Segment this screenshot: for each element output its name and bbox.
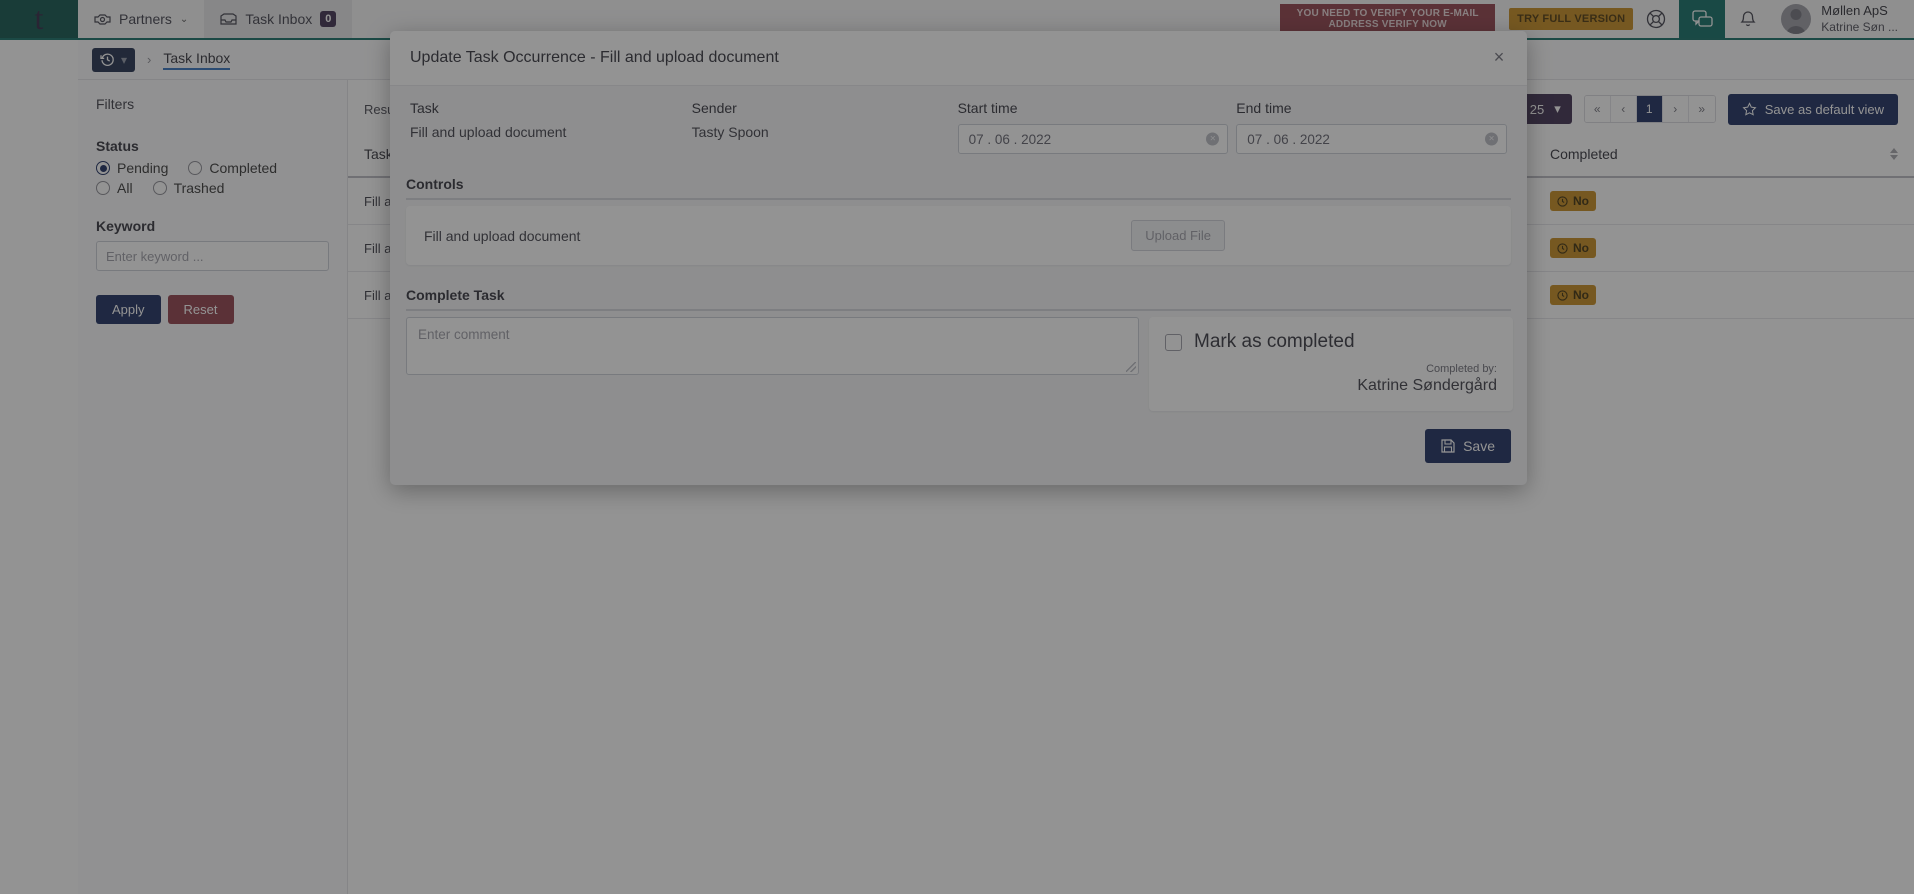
modal-overlay[interactable] <box>0 0 1914 894</box>
